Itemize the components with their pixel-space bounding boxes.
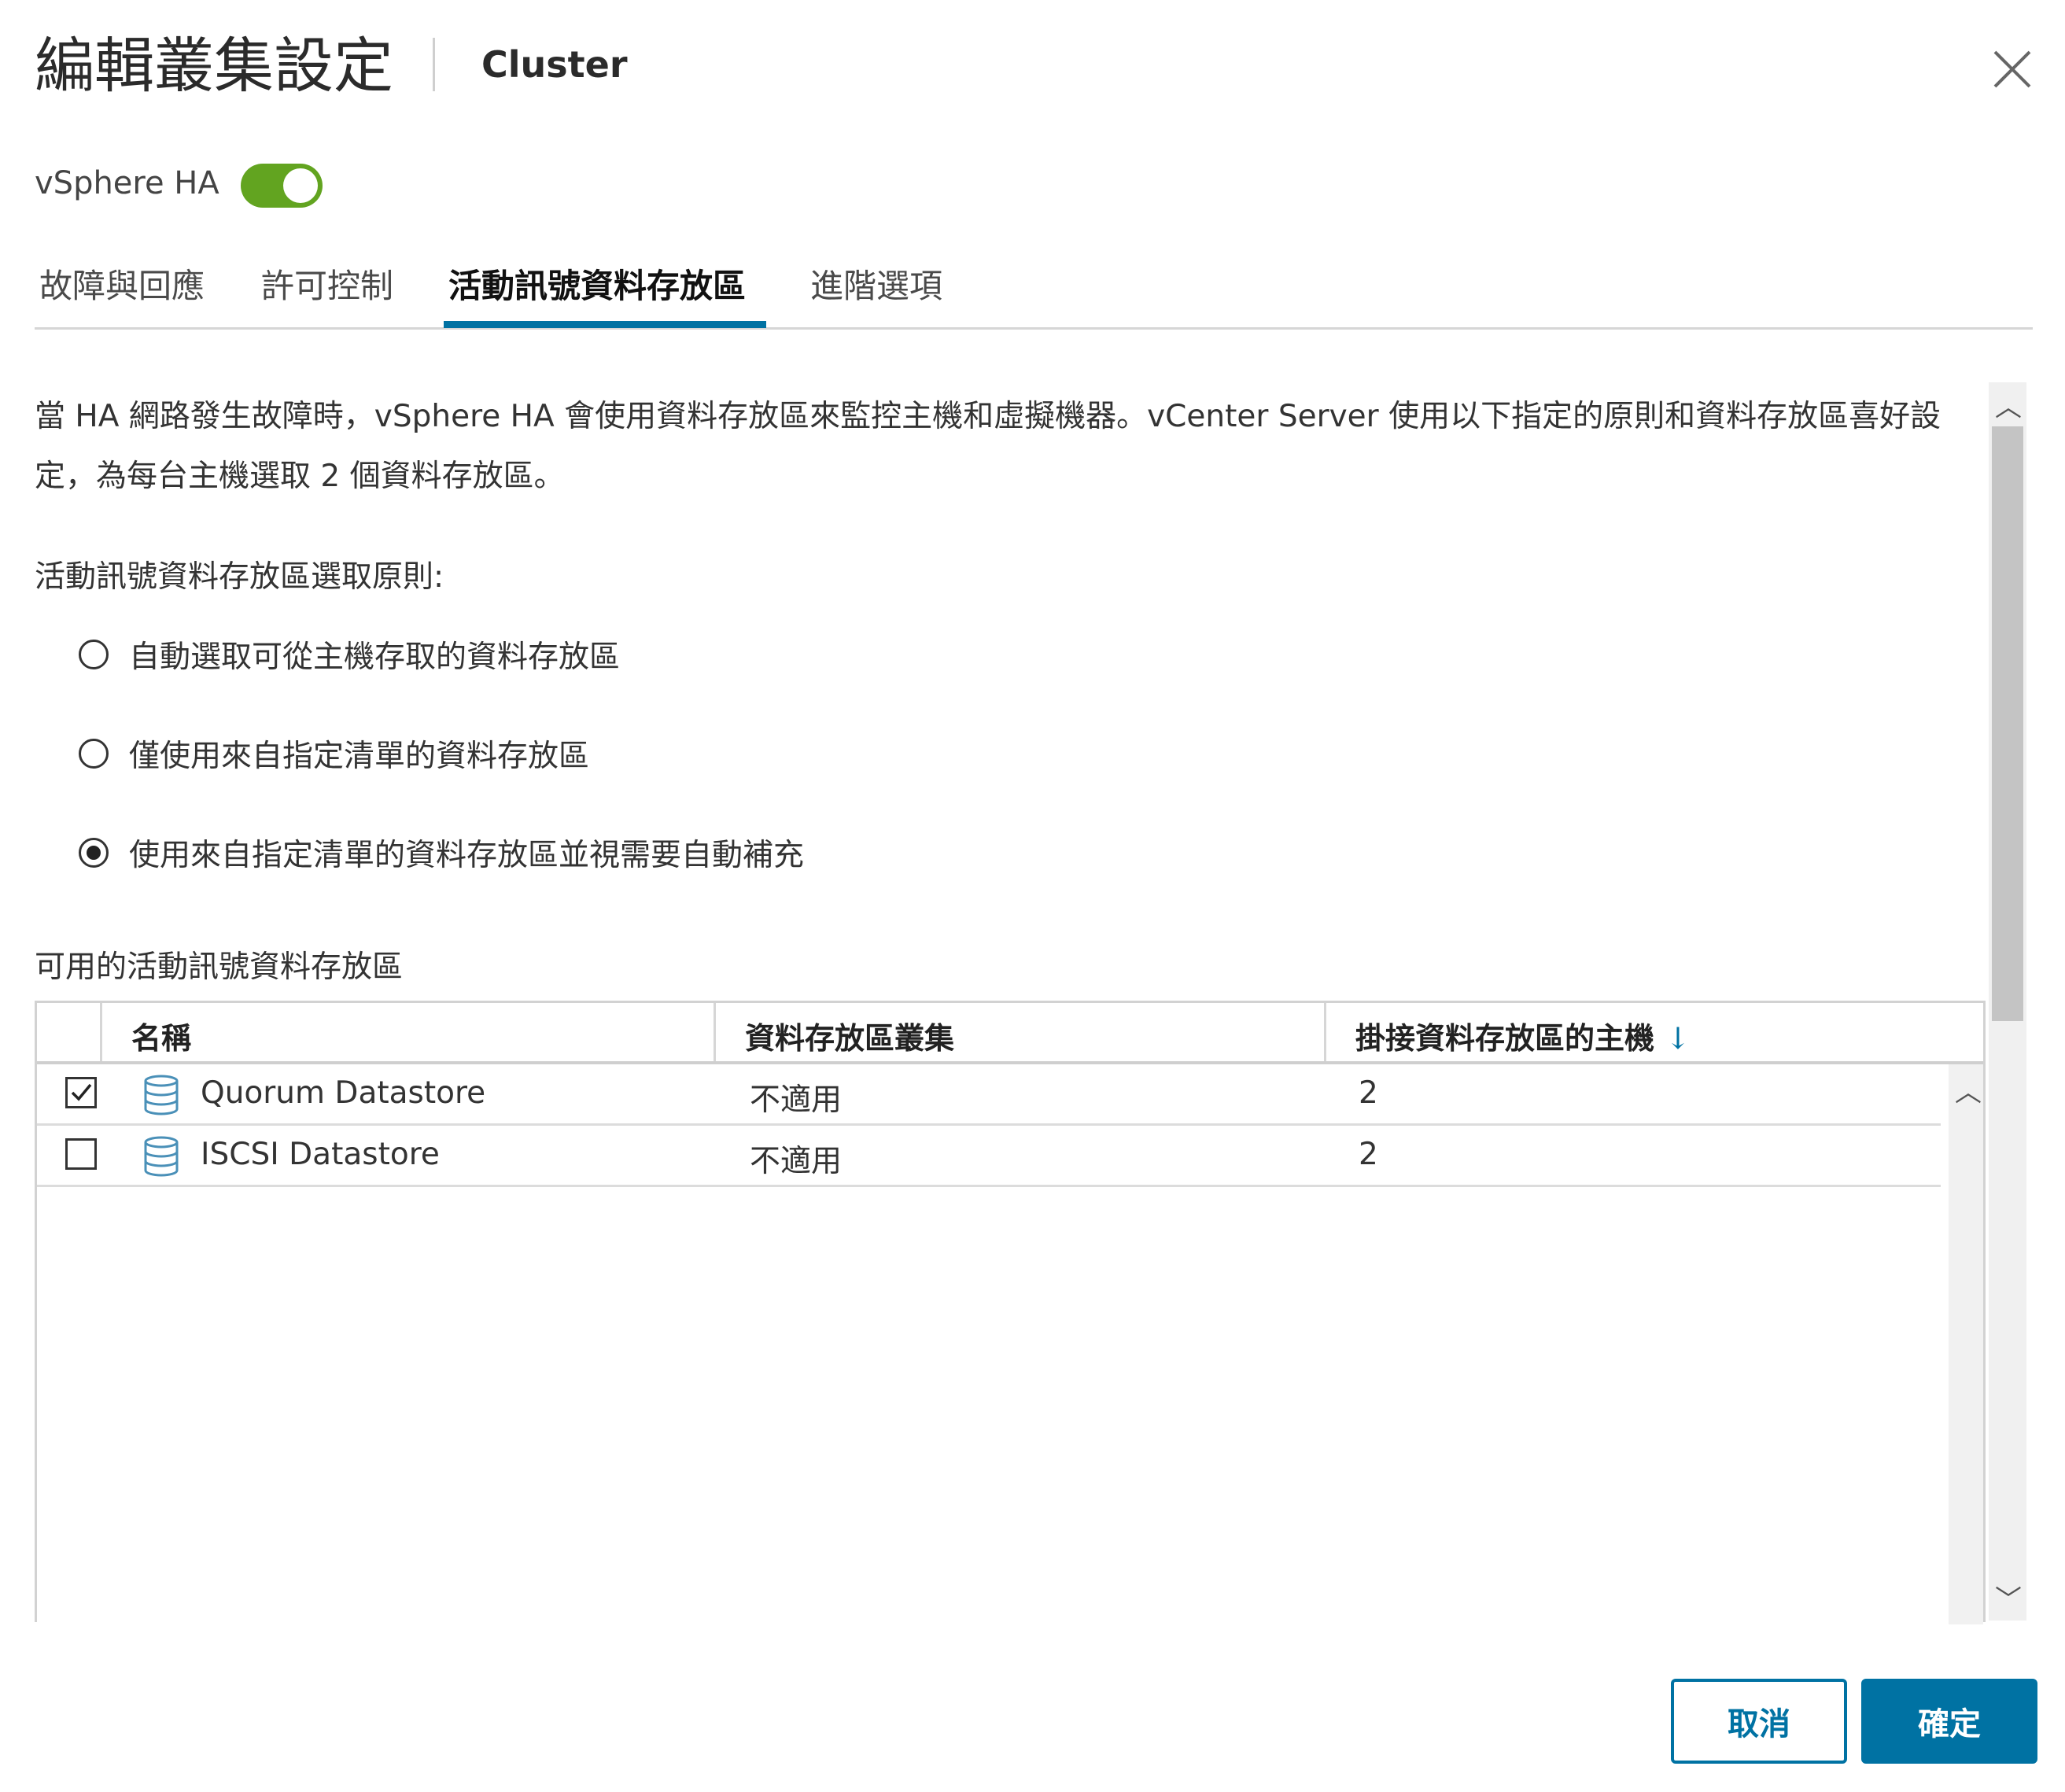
dialog-title: 編輯叢集設定 [35, 27, 393, 105]
scroll-down-icon[interactable]: ﹀ [1995, 1578, 2022, 1617]
column-divider [1324, 1003, 1326, 1061]
radio-button[interactable] [79, 640, 109, 669]
dialog-subtitle: Cluster [481, 43, 628, 86]
column-divider [100, 1003, 102, 1061]
datastore-icon [142, 1074, 180, 1116]
column-header-hosts-label: 掛接資料存放區的主機 [1355, 1020, 1654, 1056]
datastore-table: 名稱 資料存放區叢集 掛接資料存放區的主機 ↓ Quorum Datastore … [35, 1001, 1986, 1622]
column-header-hosts[interactable]: 掛接資料存放區的主機 ↓ [1355, 1014, 1691, 1057]
datastore-name: ISCSI Datastore [201, 1137, 440, 1172]
radio-label: 僅使用來自指定清單的資料存放區 [129, 732, 589, 776]
tab-advanced-options[interactable]: 進階選項 [810, 260, 942, 308]
radio-label: 自動選取可從主機存取的資料存放區 [129, 632, 620, 677]
tabs-divider [35, 327, 2033, 330]
tab-admission-control[interactable]: 許可控制 [261, 260, 393, 308]
table-row[interactable]: ISCSI Datastore 不適用 2 [37, 1126, 1941, 1187]
cancel-button[interactable]: 取消 [1671, 1679, 1847, 1764]
table-scrollbar[interactable]: ︿ [1949, 1064, 1983, 1624]
sort-down-arrow-icon[interactable]: ↓ [1665, 1021, 1691, 1056]
description-text: 當 HA 網路發生故障時，vSphere HA 會使用資料存放區來監控主機和虛擬… [35, 387, 1970, 507]
checkmark-icon [69, 1081, 93, 1104]
policy-option-list-only[interactable]: 僅使用來自指定清單的資料存放區 [79, 730, 589, 777]
datastore-cluster: 不適用 [750, 1075, 842, 1119]
radio-button[interactable] [79, 739, 109, 769]
page-scrollbar[interactable]: ︿ ﹀ [1989, 382, 2026, 1621]
datastore-icon [142, 1135, 180, 1178]
close-button[interactable] [1989, 46, 2036, 93]
ha-toggle[interactable] [241, 164, 323, 208]
policy-option-auto[interactable]: 自動選取可從主機存取的資料存放區 [79, 631, 620, 678]
scrollbar-thumb[interactable] [1992, 426, 2023, 1021]
datastore-hosts: 2 [1359, 1137, 1378, 1172]
datastore-cluster: 不適用 [750, 1137, 842, 1181]
datastore-hosts: 2 [1359, 1075, 1378, 1111]
policy-label: 活動訊號資料存放區選取原則: [35, 552, 444, 596]
policy-option-list-complement[interactable]: 使用來自指定清單的資料存放區並視需要自動補充 [79, 829, 804, 876]
scroll-up-icon[interactable]: ︿ [1955, 1071, 1982, 1109]
table-row[interactable]: Quorum Datastore 不適用 2 [37, 1064, 1941, 1126]
title-divider [433, 38, 435, 91]
table-header: 名稱 資料存放區叢集 掛接資料存放區的主機 ↓ [37, 1003, 1983, 1064]
ha-label: vSphere HA [35, 165, 219, 201]
column-header-name[interactable]: 名稱 [131, 1014, 191, 1057]
column-divider [714, 1003, 716, 1061]
radio-button-selected[interactable] [79, 838, 109, 868]
toggle-knob [283, 168, 318, 203]
scroll-up-icon[interactable]: ︿ [1995, 385, 2022, 424]
datastore-name: Quorum Datastore [201, 1075, 485, 1111]
close-icon [1989, 46, 2036, 93]
radio-label: 使用來自指定清單的資料存放區並視需要自動補充 [129, 831, 804, 875]
row-checkbox-checked[interactable] [65, 1077, 97, 1108]
row-checkbox[interactable] [65, 1138, 97, 1170]
available-datastores-label: 可用的活動訊號資料存放區 [35, 942, 403, 986]
active-tab-indicator [444, 321, 766, 328]
ok-button[interactable]: 確定 [1861, 1679, 2037, 1764]
tab-heartbeat-datastores[interactable]: 活動訊號資料存放區 [448, 260, 746, 308]
column-header-cluster[interactable]: 資料存放區叢集 [745, 1014, 954, 1057]
tab-failures-responses[interactable]: 故障與回應 [39, 260, 205, 308]
